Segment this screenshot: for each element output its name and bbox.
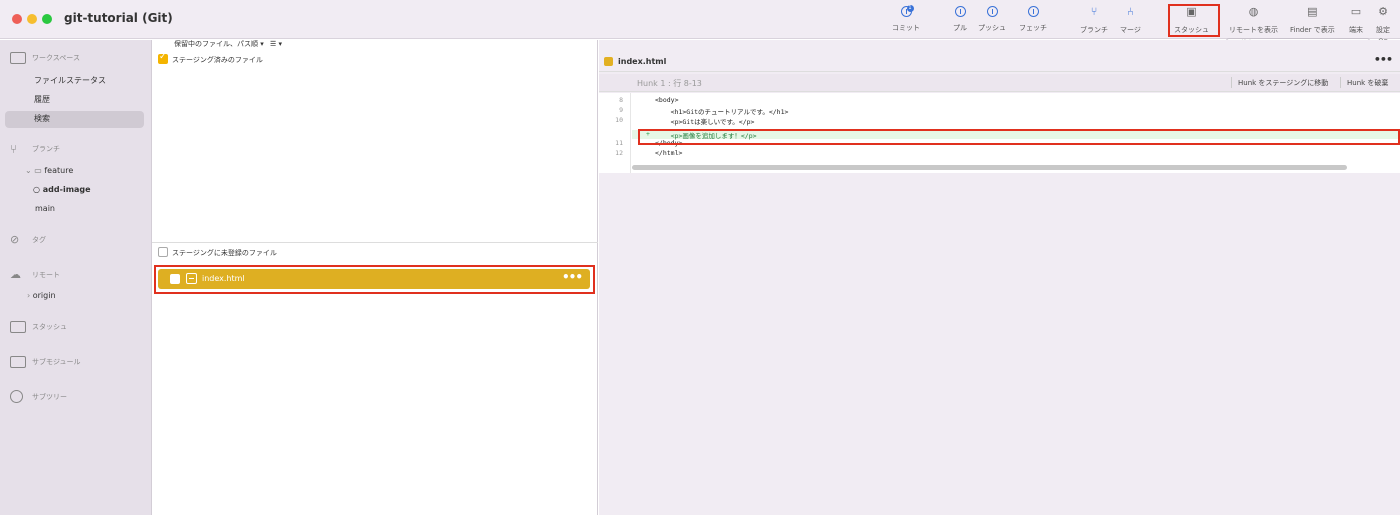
sidebar-item-history[interactable]: 履歴	[34, 94, 50, 105]
sidebar-item-add-image[interactable]: ○ add-image	[33, 185, 91, 194]
push-button[interactable]: プッシュ	[978, 5, 1006, 33]
show-in-finder-button[interactable]: ▤ Finder で表示	[1290, 5, 1335, 35]
close-window-button[interactable]	[12, 14, 22, 24]
cloud-icon: ☁	[10, 268, 21, 281]
folder-icon: ▭	[34, 166, 42, 175]
added-line-highlight	[638, 129, 1400, 145]
hunk-title: Hunk 1 : 行 8-13	[637, 79, 702, 88]
terminal-button[interactable]: ▭ 端末	[1349, 5, 1363, 35]
sidebar-item-file-status[interactable]: ファイルステータス	[34, 75, 106, 86]
line-number: 12	[615, 149, 623, 157]
diff-header: index.html •••	[599, 52, 1400, 72]
line-number: 9	[619, 106, 623, 114]
terminal-icon: ▭	[1350, 5, 1362, 18]
toolbar: git-tutorial (Git) 1 コミット プル プッシュ フェッチ ⑂…	[0, 0, 1400, 39]
chevron-right-icon: ›	[27, 291, 31, 300]
line-number-gutter: 8 9 10 11 12	[599, 93, 631, 173]
settings-button[interactable]: ⚙ 設定	[1376, 5, 1390, 35]
stage-hunk-button[interactable]: Hunk をステージングに移動	[1238, 78, 1328, 88]
sidebar-section-stashes[interactable]: スタッシュ	[10, 321, 67, 333]
hunk-separator	[1340, 77, 1341, 88]
fetch-icon	[1027, 6, 1039, 17]
pending-files-sort-dropdown[interactable]: 保留中のファイル、パス順 ▾ ☰ ▾	[152, 40, 598, 50]
branch-button[interactable]: ⑂ ブランチ	[1080, 5, 1108, 35]
finder-icon: ▤	[1307, 5, 1318, 18]
tag-icon: ⊘	[10, 233, 20, 246]
branch-icon: ⑂	[1090, 5, 1098, 18]
commit-count-badge: 1	[906, 5, 914, 12]
modified-file-icon	[604, 57, 613, 66]
merge-button[interactable]: ⑃ マージ	[1120, 5, 1141, 35]
horizontal-scrollbar[interactable]	[632, 165, 1347, 170]
chevron-down-icon: ⌄	[25, 166, 32, 175]
zoom-window-button[interactable]	[42, 14, 52, 24]
sidebar-selection	[5, 111, 144, 128]
list-view-icon[interactable]: ☰ ▾	[270, 40, 282, 48]
sidebar-section-tags[interactable]: ⊘ タグ	[10, 233, 46, 246]
code-line: </html>	[655, 149, 683, 157]
stash-highlight	[1168, 4, 1220, 37]
sidebar: ワークスペース ファイルステータス 履歴 検索 ⑂ ブランチ ⌄ ▭ featu…	[0, 40, 152, 515]
sidebar-section-branches[interactable]: ⑂ ブランチ	[10, 142, 60, 156]
diff-panel: index.html ••• Hunk 1 : 行 8-13 Hunk をステー…	[599, 40, 1400, 515]
globe-icon: ◍	[1248, 5, 1259, 18]
staged-select-all-checkbox[interactable]	[158, 52, 168, 64]
panel-divider[interactable]	[152, 242, 598, 243]
sidebar-section-remotes[interactable]: ☁ リモート	[10, 268, 60, 281]
line-number: 11	[615, 139, 623, 147]
more-actions-icon[interactable]: •••	[1374, 53, 1393, 66]
code-line: <h1>Gitのチュートリアルです。</h1>	[655, 108, 789, 116]
unstaged-files-label: ステージングに未登録のファイル	[172, 249, 277, 257]
hunk-separator	[1231, 77, 1232, 88]
stash-icon	[10, 321, 26, 333]
current-branch-icon: ○	[33, 185, 40, 194]
file-status-panel: 保留中のファイル、パス順 ▾ ☰ ▾ ステージング済みのファイル ステージングに…	[152, 40, 598, 515]
commit-button[interactable]: 1 コミット	[892, 5, 920, 33]
staged-files-label: ステージング済みのファイル	[172, 56, 263, 64]
sidebar-item-origin[interactable]: › origin	[27, 291, 56, 300]
unstaged-select-all-checkbox[interactable]	[158, 247, 168, 257]
merge-icon: ⑃	[1127, 5, 1134, 18]
pull-icon	[954, 6, 966, 17]
branch-icon: ⑂	[10, 142, 18, 156]
submodule-icon	[10, 356, 26, 368]
sidebar-item-search[interactable]: 検索	[34, 113, 50, 124]
show-remote-button[interactable]: ◍ リモートを表示	[1229, 5, 1278, 35]
subtree-icon	[10, 390, 23, 403]
sidebar-section-workspace[interactable]: ワークスペース	[10, 52, 80, 64]
code-line: <body>	[655, 96, 679, 104]
diff-file-name: index.html	[618, 57, 667, 66]
monitor-icon	[10, 52, 26, 64]
line-number: 10	[615, 116, 623, 124]
sidebar-item-main[interactable]: main	[35, 204, 55, 213]
pull-button[interactable]: プル	[953, 5, 967, 33]
commit-icon: 1	[900, 5, 914, 17]
file-row-highlight	[154, 265, 595, 294]
sidebar-item-feature-folder[interactable]: ⌄ ▭ feature	[25, 166, 73, 175]
code-line: <p>Gitは楽しいです。</p>	[655, 118, 755, 126]
window-title: git-tutorial (Git)	[64, 11, 173, 25]
sidebar-section-submodules[interactable]: サブモジュール	[10, 356, 81, 368]
gear-icon: ⚙	[1378, 5, 1388, 18]
discard-hunk-button[interactable]: Hunk を破棄	[1347, 78, 1388, 88]
hunk-header: Hunk 1 : 行 8-13 Hunk をステージングに移動 Hunk を破棄	[599, 74, 1400, 92]
fetch-button[interactable]: フェッチ	[1019, 5, 1047, 33]
sidebar-section-subtrees[interactable]: サブツリー	[10, 390, 67, 403]
line-number: 8	[619, 96, 623, 104]
push-icon	[986, 6, 998, 17]
minimize-window-button[interactable]	[27, 14, 37, 24]
